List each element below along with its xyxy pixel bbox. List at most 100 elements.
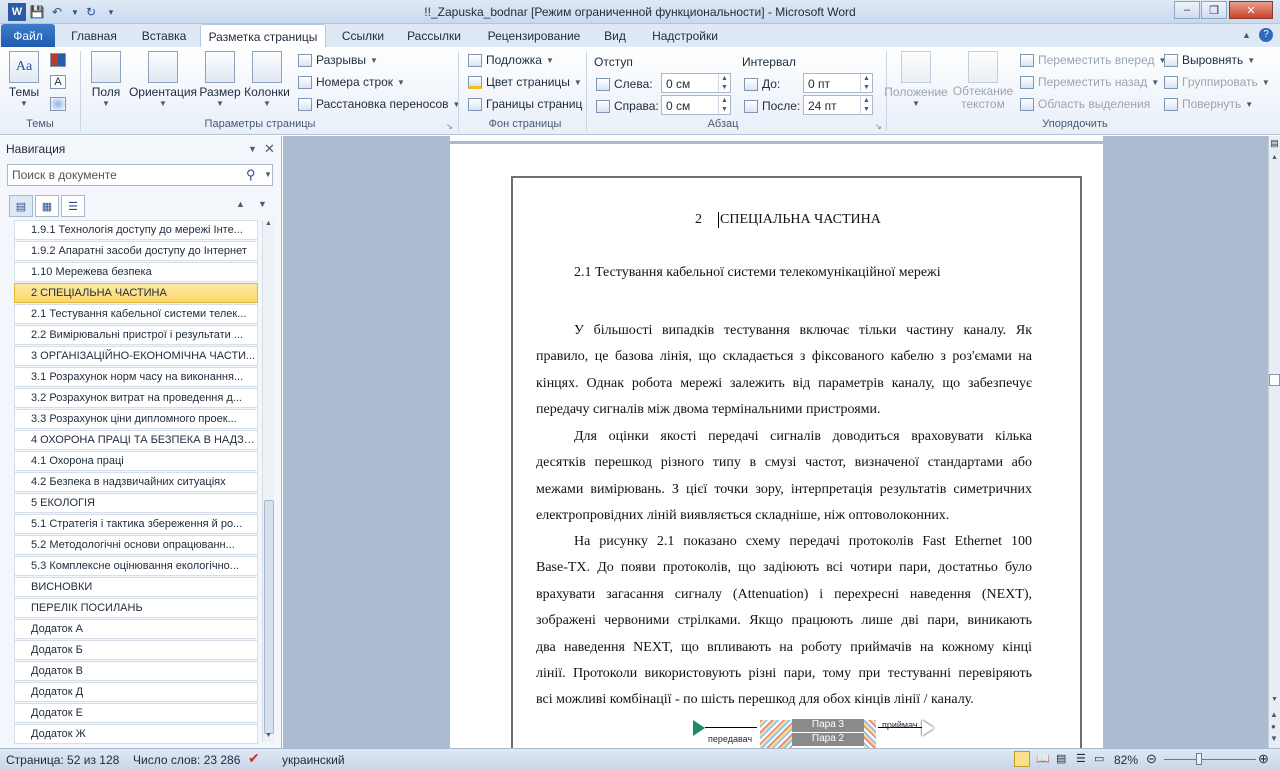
indent-right-input[interactable]: 0 см ▲ ▼ (661, 95, 731, 115)
paragraph-line[interactable]: врахувати загасання сигналу (Attenuation… (536, 582, 1032, 608)
pane-options-icon[interactable]: ▼ (248, 144, 257, 154)
search-icon[interactable]: ⚲ (246, 167, 256, 183)
close-button[interactable]: ✕ (1229, 1, 1273, 19)
navigation-scroll-thumb[interactable] (264, 500, 274, 734)
word-count[interactable]: Число слов: 23 286 (133, 753, 240, 767)
page-count[interactable]: Страница: 52 из 128 (6, 753, 119, 767)
draft-icon[interactable]: ▭ (1094, 752, 1104, 765)
heading-text[interactable]: СПЕЦІАЛЬНА ЧАСТИНА (718, 212, 881, 228)
nav-heading-item[interactable]: ВИСНОВКИ (14, 577, 258, 597)
help-icon[interactable]: ? (1259, 28, 1273, 42)
doc-scroll-up-icon[interactable]: ▲ (1271, 154, 1278, 161)
indent-right-spinner-icon[interactable]: ▲ ▼ (718, 96, 730, 114)
orientation-button[interactable]: Ориентация ▼ (128, 51, 198, 108)
outline-icon[interactable]: ☰ (1076, 752, 1086, 765)
tab-insert[interactable]: Вставка (133, 24, 195, 47)
margins-button[interactable]: Поля ▼ (86, 51, 126, 108)
search-dropdown-icon[interactable]: ▼ (264, 170, 272, 179)
scroll-up-icon[interactable]: ▲ (265, 220, 272, 227)
nav-heading-item[interactable]: 2 СПЕЦІАЛЬНА ЧАСТИНА (14, 283, 258, 303)
nav-heading-item[interactable]: 5.3 Комплексне оцінювання екологічно... (14, 556, 258, 576)
nav-heading-item[interactable]: 1.9.1 Технологія доступу до мережі Інте.… (14, 220, 258, 240)
spacing-before-input[interactable]: 0 пт ▲ ▼ (803, 73, 873, 93)
zoom-level[interactable]: 82% (1114, 753, 1138, 767)
nav-heading-item[interactable]: 3.3 Розрахунок ціни дипломного проек... (14, 409, 258, 429)
nav-heading-item[interactable]: 4.1 Охорона праці (14, 451, 258, 471)
page-setup-launcher-icon[interactable]: ↘ (446, 122, 453, 131)
language-indicator[interactable]: украинский (282, 753, 345, 767)
line-numbers-button[interactable]: Номера строк ▼ (298, 75, 405, 89)
paragraph-line[interactable]: кінцях. Однак робота мережі залежить від… (536, 371, 1032, 397)
headings-view-icon[interactable]: ▤ (9, 195, 33, 217)
nav-heading-item[interactable]: 2.2 Вимірювальні пристрої і результати .… (14, 325, 258, 345)
paragraph-line[interactable]: зображені червоними стрілками. Якщо прац… (536, 608, 1032, 634)
align-button[interactable]: Выровнять ▼ (1164, 53, 1255, 67)
zoom-slider-thumb[interactable] (1196, 753, 1202, 765)
restore-button[interactable]: ❐ (1201, 1, 1227, 19)
paragraph-line[interactable]: лінії. Протоколи використовують різні па… (536, 661, 1032, 687)
spacing-before-spinner-icon[interactable]: ▲ ▼ (860, 74, 872, 92)
nav-heading-item[interactable]: 3 ОРГАНІЗАЦІЙНО-ЕКОНОМІЧНА ЧАСТИ... (14, 346, 258, 366)
nav-heading-item[interactable]: Додаток В (14, 661, 258, 681)
results-view-icon[interactable]: ☰ (61, 195, 85, 217)
paragraph-line[interactable]: Для оцінки якості передачі сигналів дово… (574, 424, 1032, 450)
full-screen-reading-icon[interactable]: 📖 (1036, 752, 1050, 765)
navigation-search-input[interactable]: Поиск в документе ⚲ ▼ (7, 164, 273, 186)
send-backward-button[interactable]: Переместить назад ▼ (1020, 75, 1159, 89)
web-layout-icon[interactable]: ▤ (1056, 752, 1066, 765)
tab-file[interactable]: Файл (1, 24, 55, 47)
paragraph-launcher-icon[interactable]: ↘ (875, 122, 882, 131)
nav-heading-item[interactable]: 1.10 Мережева безпека (14, 262, 258, 282)
nav-heading-item[interactable]: 4.2 Безпека в надзвичайних ситуаціях (14, 472, 258, 492)
paragraph-line[interactable]: Base-TX. До появи протоколів, що задіюют… (536, 555, 1032, 581)
wrap-text-button[interactable]: Обтекание текстом (950, 51, 1016, 111)
bring-forward-button[interactable]: Переместить вперед ▼ (1020, 53, 1166, 67)
paragraph-line[interactable]: два наведення NEXT, що впливають на робо… (536, 635, 1032, 661)
nav-heading-item[interactable]: Додаток Д (14, 682, 258, 702)
ruler-toggle-icon[interactable]: ▤ (1269, 138, 1280, 150)
next-page-icon[interactable]: ▼ (1270, 734, 1278, 743)
spacing-after-input[interactable]: 24 пт ▲ ▼ (803, 95, 873, 115)
doc-scroll-thumb[interactable] (1269, 374, 1280, 386)
tab-addins[interactable]: Надстройки (645, 24, 725, 47)
size-button[interactable]: Размер ▼ (199, 51, 241, 108)
navigation-scrollbar[interactable]: ▲ ▼ (262, 220, 274, 742)
tab-page-layout[interactable]: Разметка страницы (200, 24, 326, 47)
page-borders-button[interactable]: Границы страниц (468, 97, 582, 111)
nav-heading-item[interactable]: 2.1 Тестування кабельної системи телек..… (14, 304, 258, 324)
theme-fonts-icon[interactable]: A (50, 75, 66, 89)
nav-heading-item[interactable]: 5.1 Стратегія і тактика збереження й ро.… (14, 514, 258, 534)
doc-scroll-down-icon[interactable]: ▼ (1271, 696, 1278, 703)
tab-home[interactable]: Главная (62, 24, 126, 47)
nav-heading-item[interactable]: Додаток А (14, 619, 258, 639)
position-button[interactable]: Положение ▼ (882, 51, 950, 108)
theme-effects-icon[interactable] (50, 97, 66, 111)
document-page[interactable]: 2 СПЕЦІАЛЬНА ЧАСТИНА 2.1 Тестування кабе… (450, 144, 1103, 748)
nav-heading-item[interactable]: 1.9.2 Апаратні засоби доступу до Інтерне… (14, 241, 258, 261)
minimize-button[interactable]: – (1174, 1, 1200, 19)
hyphenation-button[interactable]: Расстановка переносов ▼ (298, 97, 460, 111)
nav-heading-item[interactable]: Додаток Е (14, 703, 258, 723)
theme-colors-icon[interactable] (50, 53, 66, 67)
selection-pane-button[interactable]: Область выделения (1020, 97, 1150, 111)
document-area[interactable]: 2 СПЕЦІАЛЬНА ЧАСТИНА 2.1 Тестування кабе… (283, 136, 1268, 748)
spacing-after-spinner-icon[interactable]: ▲ ▼ (860, 96, 872, 114)
scroll-down-icon[interactable]: ▼ (265, 732, 272, 739)
proofing-icon[interactable]: ✔ (248, 750, 260, 767)
previous-heading-icon[interactable]: ▲ (236, 199, 245, 209)
indent-left-input[interactable]: 0 см ▲ ▼ (661, 73, 731, 93)
breaks-button[interactable]: Разрывы ▼ (298, 53, 378, 67)
paragraph-line[interactable]: десятків перешкод різного типу в смузі ч… (536, 450, 1032, 476)
paragraph-line[interactable]: передачу сигналів між двома термінальним… (536, 397, 1032, 423)
nav-heading-item[interactable]: 3.2 Розрахунок витрат на проведення д... (14, 388, 258, 408)
nav-heading-item[interactable]: Додаток Б (14, 640, 258, 660)
nav-heading-item[interactable]: 5 ЕКОЛОГІЯ (14, 493, 258, 513)
nav-heading-item[interactable]: ПЕРЕЛІК ПОСИЛАНЬ (14, 598, 258, 618)
nav-heading-item[interactable]: Додаток Ж (14, 724, 258, 744)
indent-left-spinner-icon[interactable]: ▲ ▼ (718, 74, 730, 92)
page-color-button[interactable]: Цвет страницы ▼ (468, 75, 582, 89)
nav-heading-item[interactable]: 4 ОХОРОНА ПРАЦІ ТА БЕЗПЕКА В НАДЗВ... (14, 430, 258, 450)
paragraph-line[interactable]: У більшості випадків тестування включає … (574, 318, 1032, 344)
rotate-button[interactable]: Повернуть ▼ (1164, 97, 1253, 111)
tab-references[interactable]: Ссылки (334, 24, 392, 47)
